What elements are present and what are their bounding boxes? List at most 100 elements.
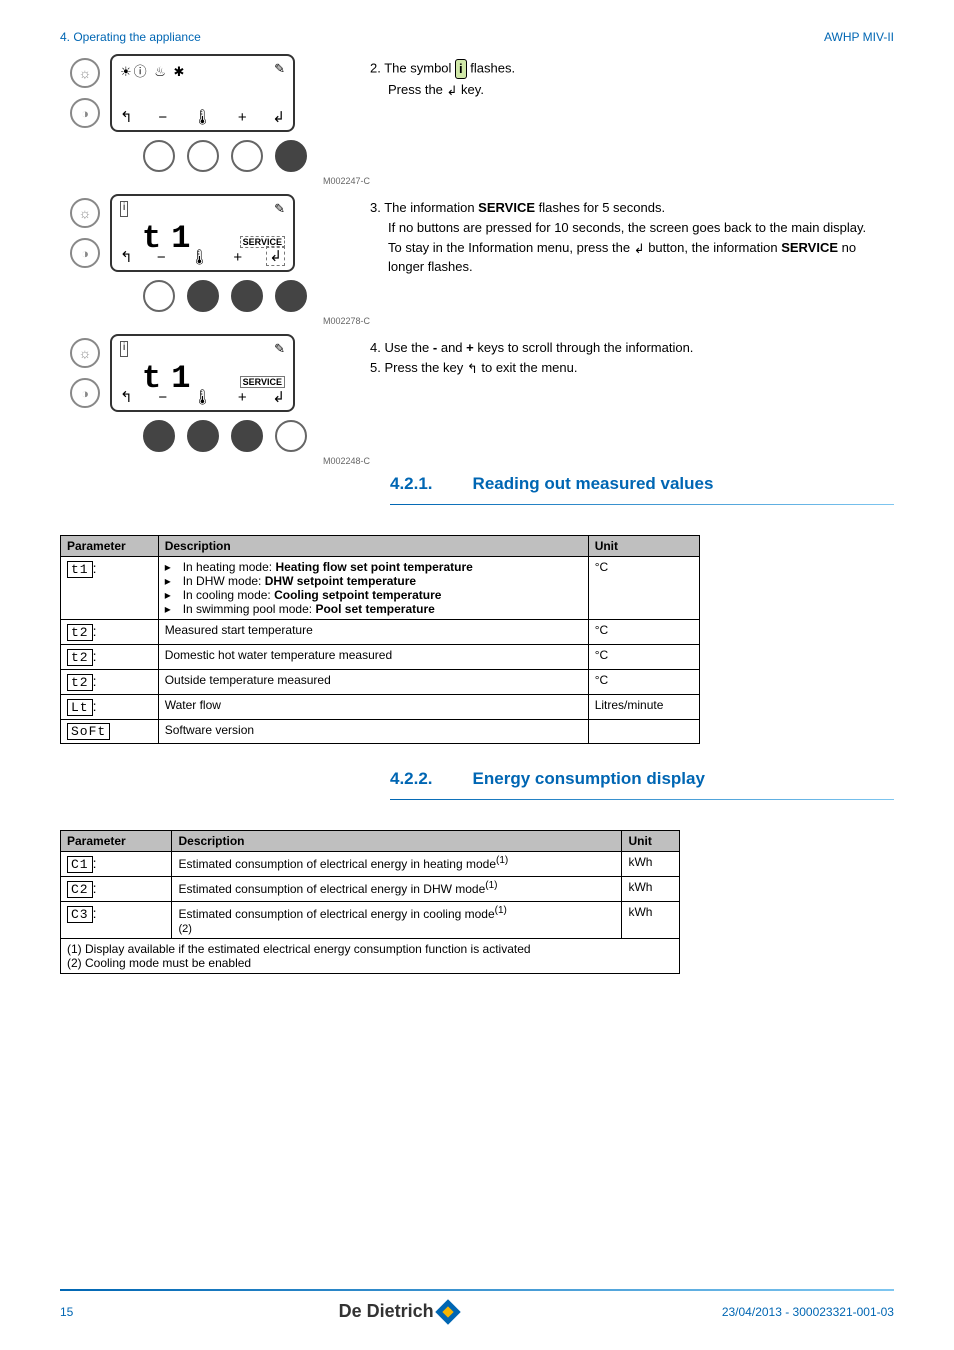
table-row: t2: Domestic hot water temperature measu… xyxy=(61,645,700,670)
param-code: Lt xyxy=(67,699,93,716)
table-row: t2: Measured start temperature °C xyxy=(61,620,700,645)
physical-button xyxy=(143,140,175,172)
enter-key-icon: ↲ xyxy=(447,82,458,100)
mode-knob-icon: ☼ xyxy=(70,338,100,368)
back-icon: ↰ xyxy=(120,388,133,406)
main-content: ☼ ◑ ☀ⓘ ♨ ✱ ✎ ↰ − 🌡 + ↲ xyxy=(0,54,954,974)
plus-icon: + xyxy=(233,249,242,266)
section-title: Energy consumption display xyxy=(473,769,705,789)
page-header: 4. Operating the appliance AWHP MIV-II xyxy=(0,0,954,54)
table-header: Unit xyxy=(588,536,699,557)
thermometer-icon: 🌡 xyxy=(193,388,212,406)
table-header: Unit xyxy=(622,831,680,852)
bullet-icon: ▸ xyxy=(165,574,173,588)
physical-button-active xyxy=(231,420,263,452)
minus-icon: − xyxy=(158,109,167,126)
table-row: C2: Estimated consumption of electrical … xyxy=(61,877,680,902)
enter-icon-flashing: ↲ xyxy=(266,246,285,266)
table-row: C3: Estimated consumption of electrical … xyxy=(61,902,680,939)
page-footer: 15 De Dietrich 23/04/2013 - 300023321-00… xyxy=(60,1289,894,1322)
header-section-label: 4. Operating the appliance xyxy=(60,30,201,44)
physical-button-active xyxy=(275,140,307,172)
param-code: C1 xyxy=(67,856,93,873)
button-row xyxy=(120,420,330,452)
param-code: t1 xyxy=(67,561,93,578)
param-code: t2 xyxy=(67,624,93,641)
section-rule xyxy=(390,504,894,505)
param-code: t2 xyxy=(67,674,93,691)
bullet-icon: ▸ xyxy=(165,588,173,602)
step-4-5-text: 4. Use the - and + keys to scroll throug… xyxy=(330,334,894,380)
plus-icon: + xyxy=(238,389,247,406)
physical-button xyxy=(231,140,263,172)
table-header: Description xyxy=(158,536,588,557)
step-3-row: ☼ ◑ i ✎ t1 SERVICE ↰ − 🌡 + ↲ xyxy=(60,194,894,326)
timer-knob-icon: ◑ xyxy=(70,98,100,128)
image-code: M002278-C xyxy=(260,316,370,326)
display-illustration-4: ☼ ◑ i ✎ t1 SERVICE ↰ − 🌡 + ↲ xyxy=(60,334,330,466)
param-code: t2 xyxy=(67,649,93,666)
physical-button-active xyxy=(143,420,175,452)
back-icon: ↰ xyxy=(120,108,133,126)
mode-knob-icon: ☼ xyxy=(70,198,100,228)
step-2-row: ☼ ◑ ☀ⓘ ♨ ✱ ✎ ↰ − 🌡 + ↲ xyxy=(60,54,894,186)
table-row: SoFt Software version xyxy=(61,720,700,744)
page-number: 15 xyxy=(60,1305,73,1319)
table-header: Description xyxy=(172,831,622,852)
param-code: SoFt xyxy=(67,723,110,740)
section-heading-2: 4.2.2. Energy consumption display xyxy=(60,769,894,789)
minus-icon: − xyxy=(157,249,166,266)
enter-key-icon: ↲ xyxy=(634,240,645,258)
lcd-flashing-icon: ✎ xyxy=(274,201,285,217)
lcd-screen: i ✎ t1 SERVICE ↰ − 🌡 + ↲ xyxy=(110,194,295,272)
lcd-flashing-icon: ✎ xyxy=(274,61,285,80)
section-number: 4.2.1. xyxy=(390,474,433,494)
measured-values-table: Parameter Description Unit t1: ▸ In heat… xyxy=(60,535,700,744)
table-row: t1: ▸ In heating mode: Heating flow set … xyxy=(61,557,700,620)
button-row xyxy=(120,140,330,172)
image-code: M002248-C xyxy=(260,456,370,466)
physical-button-active xyxy=(275,280,307,312)
brand-logo: De Dietrich xyxy=(339,1301,457,1322)
lcd-screen: i ✎ t1 SERVICE ↰ − 🌡 + ↲ xyxy=(110,334,295,412)
logo-text: De Dietrich xyxy=(339,1301,434,1322)
info-box-icon: i xyxy=(120,341,128,357)
header-model-label: AWHP MIV-II xyxy=(824,30,894,44)
timer-knob-icon: ◑ xyxy=(70,378,100,408)
timer-knob-icon: ◑ xyxy=(70,238,100,268)
back-icon: ↰ xyxy=(120,248,133,266)
logo-diamond-icon xyxy=(435,1299,460,1324)
physical-button-active xyxy=(187,420,219,452)
section-rule xyxy=(390,799,894,800)
section-title: Reading out measured values xyxy=(473,474,714,494)
lcd-screen: ☀ⓘ ♨ ✱ ✎ ↰ − 🌡 + ↲ xyxy=(110,54,295,132)
table-row: t2: Outside temperature measured °C xyxy=(61,670,700,695)
mode-knob-icon: ☼ xyxy=(70,58,100,88)
physical-button xyxy=(143,280,175,312)
lcd-status-icons: ☀ⓘ ♨ ✱ xyxy=(120,61,186,80)
thermometer-icon: 🌡 xyxy=(193,108,212,126)
table-row: Lt: Water flow Litres/minute xyxy=(61,695,700,720)
plus-icon: + xyxy=(238,109,247,126)
param-code: C3 xyxy=(67,906,93,923)
param-code: C2 xyxy=(67,881,93,898)
table-footnote-row: (1) Display available if the estimated e… xyxy=(61,939,680,974)
physical-button-active xyxy=(187,280,219,312)
bullet-icon: ▸ xyxy=(165,560,173,574)
step-3-text: 3. The information SERVICE flashes for 5… xyxy=(330,194,894,278)
table-header: Parameter xyxy=(61,536,159,557)
table-header: Parameter xyxy=(61,831,172,852)
document-date-id: 23/04/2013 - 300023321-001-03 xyxy=(722,1305,894,1319)
section-number: 4.2.2. xyxy=(390,769,433,789)
enter-icon: ↲ xyxy=(272,388,285,406)
bullet-icon: ▸ xyxy=(165,602,173,616)
info-box-icon: i xyxy=(120,201,128,217)
physical-button-active xyxy=(231,280,263,312)
minus-icon: − xyxy=(158,389,167,406)
display-illustration-3: ☼ ◑ i ✎ t1 SERVICE ↰ − 🌡 + ↲ xyxy=(60,194,330,326)
section-heading-1: 4.2.1. Reading out measured values xyxy=(60,474,894,494)
physical-button xyxy=(275,420,307,452)
image-code: M002247-C xyxy=(260,176,370,186)
thermometer-icon: 🌡 xyxy=(190,248,209,266)
step-2-text: 2. The symbol i flashes. Press the ↲ key… xyxy=(330,54,894,102)
